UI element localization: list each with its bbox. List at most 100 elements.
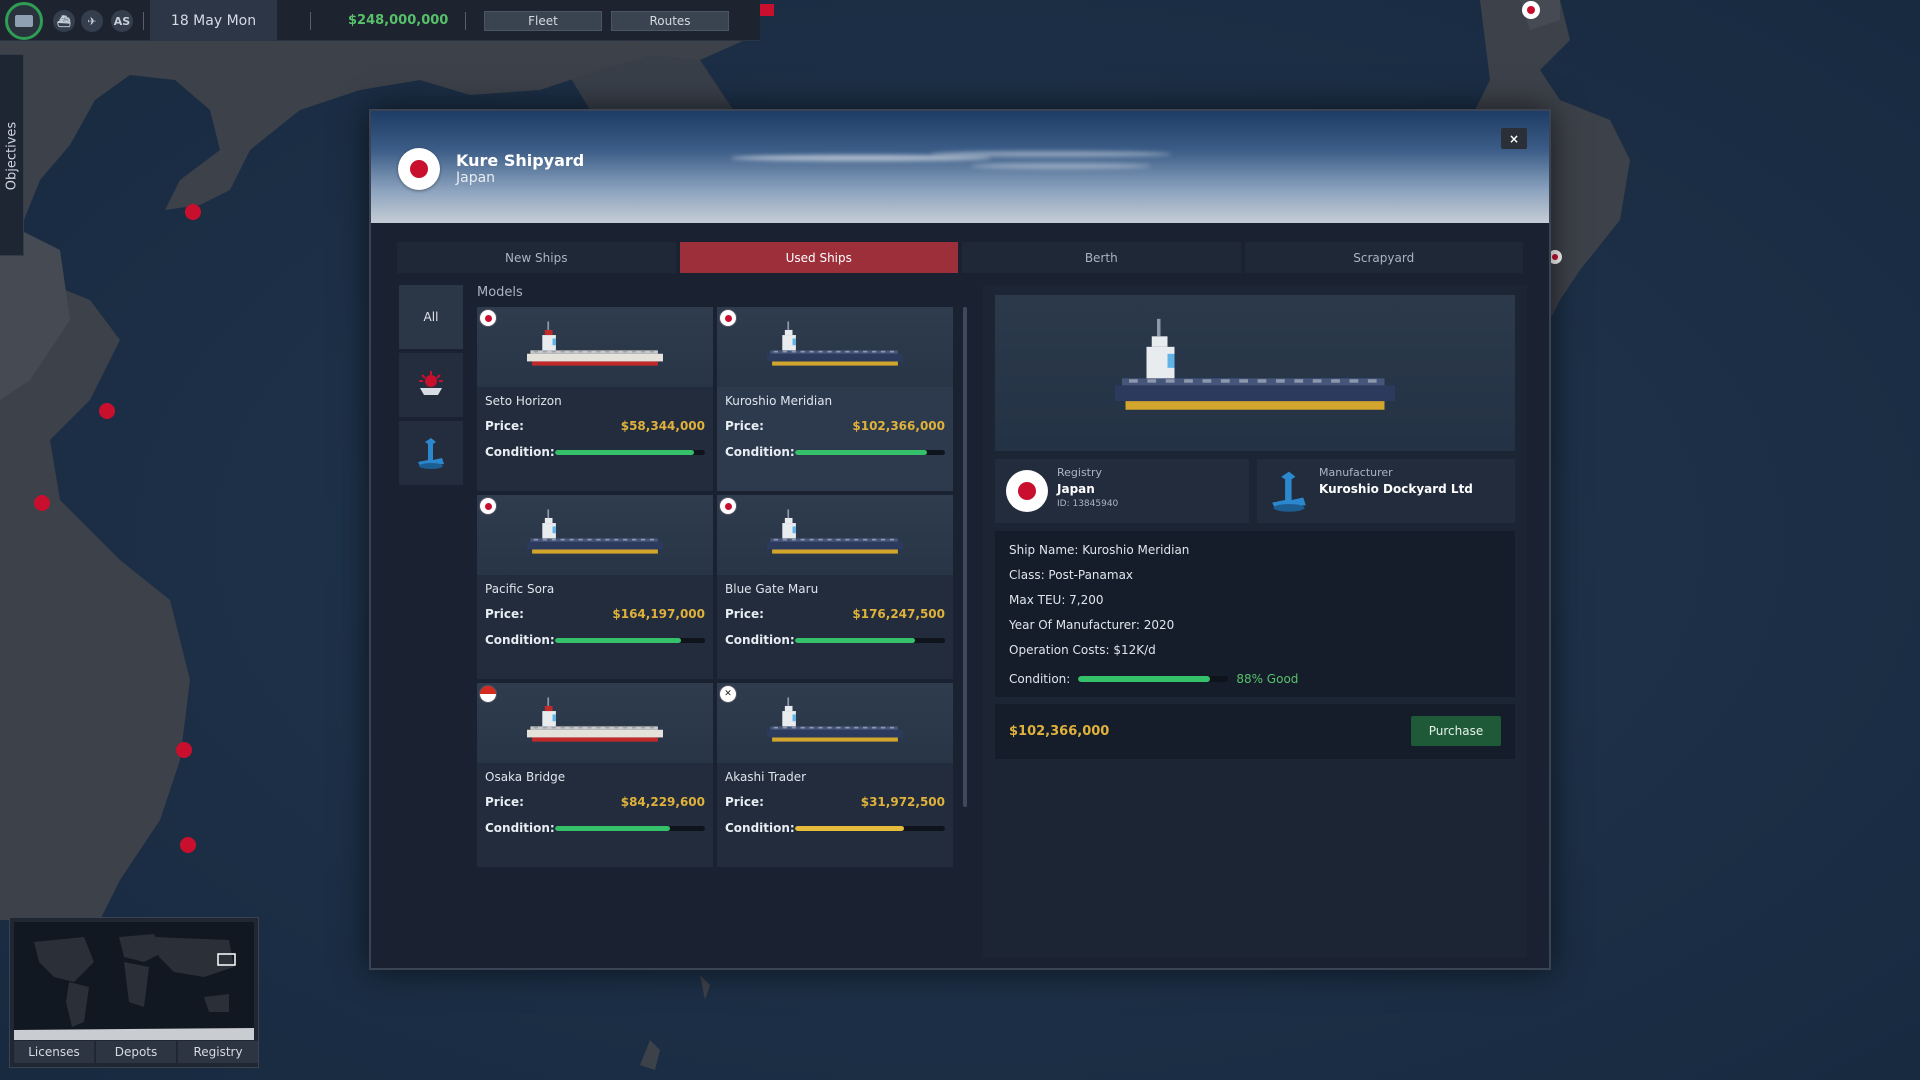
condition-bar xyxy=(1078,675,1229,682)
registry-id: ID: 13845940 xyxy=(1057,499,1119,509)
ship-icon[interactable]: ⛴ xyxy=(53,10,75,32)
ship-name: Osaka Bridge xyxy=(485,770,566,784)
shipyard-title: Kure Shipyard xyxy=(456,151,585,170)
selected-ship-image xyxy=(995,295,1515,451)
container-ship-icon xyxy=(527,697,663,742)
ship-price: $31,972,500 xyxy=(860,795,945,809)
ship-price: $102,366,000 xyxy=(852,419,945,433)
money-display: $248,000,000 xyxy=(348,13,449,28)
condition-bar-fill xyxy=(794,449,927,455)
ship-grid: Seto Horizon Price: $58,344,000 Condition… xyxy=(477,307,953,867)
flag-icon xyxy=(480,310,496,326)
container-ship-icon xyxy=(767,321,903,366)
condition-bar-fill xyxy=(794,637,915,643)
cloud xyxy=(931,151,1171,157)
close-button[interactable]: × xyxy=(1501,128,1527,149)
cloud xyxy=(731,155,991,161)
tab-berth[interactable]: Berth xyxy=(962,242,1241,273)
japan-flag-icon xyxy=(1005,469,1049,513)
container-ship-icon xyxy=(767,509,903,554)
shipyard-tabs: New Ships Used Ships Berth Scrapyard xyxy=(397,242,1523,273)
ship-price: $58,344,000 xyxy=(620,419,705,433)
minimap[interactable]: Licenses Depots Registry xyxy=(9,917,259,1068)
manufacturer-card: Manufacturer Kuroshio Dockyard Ltd xyxy=(1257,459,1515,523)
as-button[interactable]: AS xyxy=(111,10,133,32)
ship-list-scrollbar[interactable] xyxy=(963,307,967,807)
registry-button[interactable]: Registry xyxy=(178,1041,258,1063)
divider xyxy=(310,12,311,30)
manufacturer-logo-icon xyxy=(1267,469,1311,513)
condition-bar xyxy=(794,825,945,831)
ship-image xyxy=(477,307,713,387)
models-label: Models xyxy=(477,285,523,300)
price-label: Price: xyxy=(725,419,764,433)
purchase-button[interactable]: Purchase xyxy=(1411,716,1501,746)
divider xyxy=(143,12,144,30)
tab-scrapyard[interactable]: Scrapyard xyxy=(1244,242,1523,273)
registry-card: Registry Japan ID: 13845940 xyxy=(995,459,1249,523)
flag-icon xyxy=(720,686,736,702)
ship-name: Pacific Sora xyxy=(485,582,555,596)
ship-card[interactable]: Seto Horizon Price: $58,344,000 Condition… xyxy=(477,307,713,491)
price-label: Price: xyxy=(485,419,524,433)
ship-specs: Ship Name: Kuroshio Meridian Class: Post… xyxy=(995,531,1515,697)
condition-bar xyxy=(554,825,705,831)
ship-card[interactable]: Osaka Bridge Price: $84,229,600 Condition… xyxy=(477,683,713,867)
purchase-price: $102,366,000 xyxy=(1009,724,1110,739)
spec-ship-name: Ship Name: Kuroshio Meridian xyxy=(1009,543,1190,557)
fleet-button[interactable]: Fleet xyxy=(484,11,602,31)
filter-all-button[interactable]: All xyxy=(399,285,463,349)
plane-icon[interactable]: ✈ xyxy=(81,10,103,32)
condition-bar-fill xyxy=(554,637,681,643)
container-ship-icon xyxy=(527,321,663,366)
tab-used-ships[interactable]: Used Ships xyxy=(679,242,958,273)
registry-label: Registry xyxy=(1057,466,1103,479)
shipyard-logo-icon xyxy=(419,371,443,395)
flag-icon xyxy=(480,686,496,702)
container-ship-icon xyxy=(767,697,903,742)
licenses-button[interactable]: Licenses xyxy=(14,1041,94,1063)
condition-bar-fill xyxy=(1078,675,1211,682)
ship-image xyxy=(477,495,713,575)
spec-year: Year Of Manufacturer: 2020 xyxy=(1009,618,1175,632)
ship-name: Kuroshio Meridian xyxy=(725,394,833,408)
filter-shipyard-button[interactable] xyxy=(399,353,463,417)
routes-button[interactable]: Routes xyxy=(611,11,729,31)
ship-image xyxy=(717,495,953,575)
condition-label: Condition: xyxy=(485,445,555,459)
ship-image xyxy=(717,683,953,763)
spec-max-teu: Max TEU: 7,200 xyxy=(1009,593,1104,607)
japan-flag-icon xyxy=(398,148,440,190)
condition-bar xyxy=(794,637,945,643)
container-ship-icon xyxy=(527,509,663,554)
condition-bar-fill xyxy=(554,825,671,831)
ship-card[interactable]: Blue Gate Maru Price: $176,247,500 Condit… xyxy=(717,495,953,679)
ship-card[interactable]: Akashi Trader Price: $31,972,500 Conditio… xyxy=(717,683,953,867)
condition-bar xyxy=(794,449,945,455)
condition-bar xyxy=(554,637,705,643)
ship-image xyxy=(717,307,953,387)
shipyard-country: Japan xyxy=(456,170,496,186)
depots-button[interactable]: Depots xyxy=(96,1041,176,1063)
ship-price: $84,229,600 xyxy=(620,795,705,809)
flag-icon xyxy=(720,310,736,326)
objectives-tab[interactable]: Objectives xyxy=(0,54,24,256)
ship-name: Blue Gate Maru xyxy=(725,582,819,596)
company-logo-button[interactable] xyxy=(5,2,43,40)
spec-class: Class: Post-Panamax xyxy=(1009,568,1134,582)
price-label: Price: xyxy=(485,795,524,809)
ship-name: Akashi Trader xyxy=(725,770,807,784)
ship-card[interactable]: Kuroshio Meridian Price: $102,366,000 Con… xyxy=(717,307,953,491)
filter-sidebar: All xyxy=(399,285,463,489)
date-display: 18 May Mon xyxy=(150,0,277,41)
filter-manufacturer-button[interactable] xyxy=(399,421,463,485)
condition-label: Condition: xyxy=(485,821,555,835)
purchase-row: $102,366,000 Purchase xyxy=(995,704,1515,759)
minimap-world[interactable] xyxy=(14,922,254,1040)
tab-new-ships[interactable]: New Ships xyxy=(397,242,676,273)
ship-price: $176,247,500 xyxy=(852,607,945,621)
ship-image xyxy=(477,683,713,763)
ship-card[interactable]: Pacific Sora Price: $164,197,000 Conditio… xyxy=(477,495,713,679)
price-label: Price: xyxy=(725,607,764,621)
flag-icon xyxy=(480,498,496,514)
